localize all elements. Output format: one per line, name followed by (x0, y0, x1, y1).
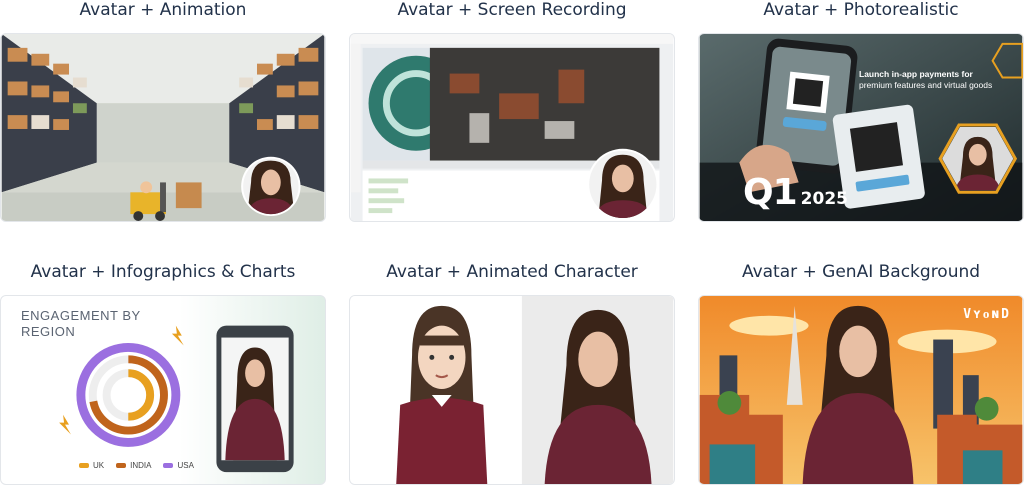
vyond-logo: VʏᴏɴD (963, 307, 1011, 322)
card-avatar-genai-background[interactable]: Avatar + GenAI Background VʏᴏɴD (698, 262, 1024, 485)
card-avatar-screen-recording[interactable]: Avatar + Screen Recording (349, 0, 675, 222)
thumbnail-infographics[interactable]: ENGAGEMENT BY REGION UK INDIA USA (0, 295, 326, 485)
quarter-label: Q1 2025 (743, 172, 848, 213)
avatar-gallery: Avatar + Animation Avatar + Screen Recor… (0, 0, 1024, 485)
chart-legend: UK INDIA USA (79, 461, 194, 470)
card-title: Avatar + Screen Recording (397, 0, 627, 20)
screen-recording-scene (350, 34, 674, 221)
thumbnail-warehouse[interactable] (0, 33, 326, 222)
card-title: Avatar + Photorealistic (763, 0, 959, 20)
card-avatar-animation[interactable]: Avatar + Animation (0, 0, 326, 222)
thumbnail-genai-background[interactable]: VʏᴏɴD (698, 295, 1024, 485)
payment-headline: Launch in-app payments for premium featur… (859, 69, 993, 90)
card-avatar-photorealistic[interactable]: Avatar + Photorealistic Launch in-app pa… (698, 0, 1024, 222)
engagement-chart (59, 325, 294, 473)
thumbnail-animated-character[interactable] (349, 295, 675, 485)
animated-character-scene (350, 296, 674, 484)
warehouse-scene (1, 34, 325, 221)
thumbnail-screen-recording[interactable] (349, 33, 675, 222)
legend-item-uk: UK (79, 461, 104, 470)
card-avatar-animated-character[interactable]: Avatar + Animated Character (349, 262, 675, 485)
thumbnail-photorealistic[interactable]: Launch in-app payments for premium featur… (698, 33, 1024, 222)
card-avatar-infographics[interactable]: Avatar + Infographics & Charts ENGAGEMEN… (0, 262, 326, 485)
legend-item-india: INDIA (116, 461, 151, 470)
legend-item-usa: USA (163, 461, 194, 470)
card-title: Avatar + Infographics & Charts (30, 262, 296, 282)
city-scene (699, 296, 1023, 484)
card-title: Avatar + Animated Character (386, 262, 638, 282)
card-title: Avatar + GenAI Background (741, 262, 981, 282)
card-title: Avatar + Animation (79, 0, 247, 20)
